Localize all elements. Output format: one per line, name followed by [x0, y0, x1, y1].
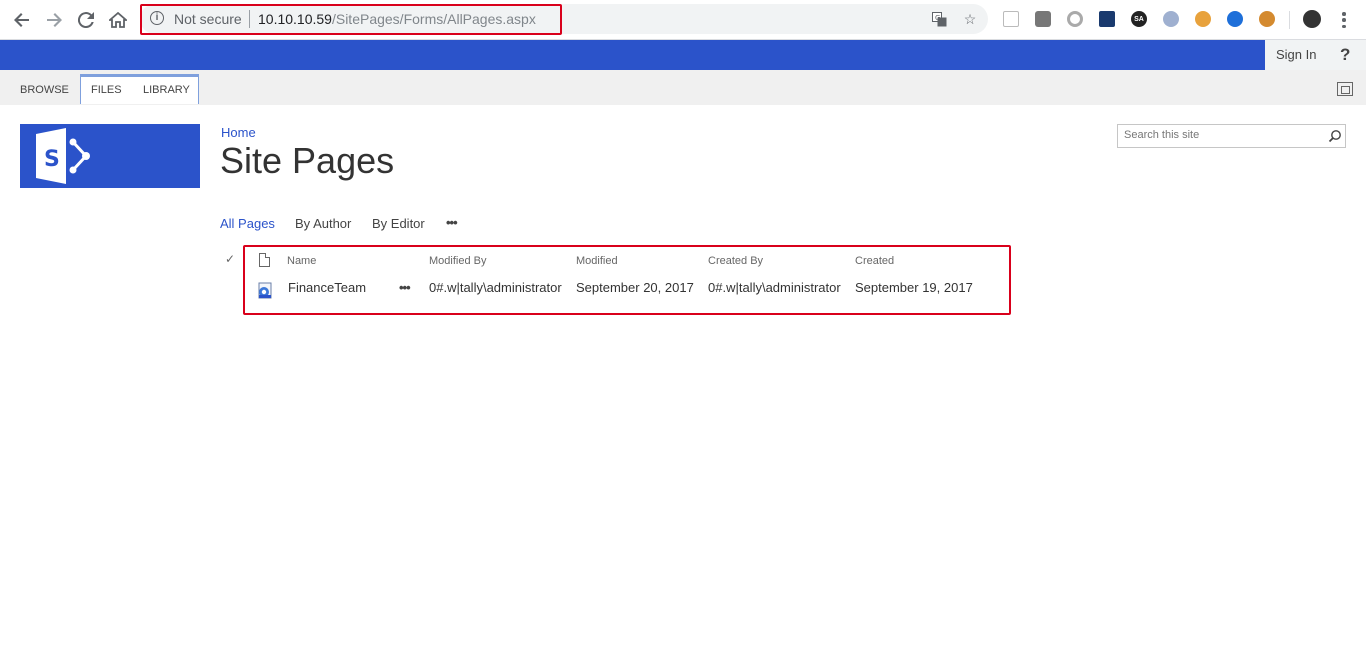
view-by-editor[interactable]: By Editor: [372, 216, 425, 231]
extension-chart-icon[interactable]: [1099, 11, 1115, 27]
url-divider: [249, 10, 250, 28]
focus-icon[interactable]: [1337, 82, 1353, 96]
document-icon: [259, 253, 270, 267]
view-by-author[interactable]: By Author: [295, 216, 351, 231]
tab-library[interactable]: LIBRARY: [143, 84, 190, 96]
info-icon[interactable]: i: [150, 11, 164, 25]
search-input[interactable]: Search this site: [1117, 124, 1346, 148]
view-all-pages[interactable]: All Pages: [220, 216, 275, 231]
url-path: /SitePages/Forms/AllPages.aspx: [331, 11, 536, 27]
not-secure-label: Not secure: [174, 11, 242, 27]
home-icon[interactable]: [106, 8, 130, 32]
forward-icon[interactable]: [42, 8, 66, 32]
column-header-modified-by[interactable]: Modified By: [429, 255, 486, 267]
column-header-created-by[interactable]: Created By: [708, 255, 763, 267]
url-text[interactable]: 10.10.10.59/SitePages/Forms/AllPages.asp…: [258, 11, 536, 27]
extension-cookie-icon[interactable]: [1195, 11, 1211, 27]
back-icon[interactable]: [10, 8, 34, 32]
row-menu-button[interactable]: •••: [399, 280, 411, 295]
breadcrumb-home[interactable]: Home: [221, 125, 256, 140]
column-header-created[interactable]: Created: [855, 255, 894, 267]
toolbar-divider: [1289, 11, 1290, 29]
checkmark-icon[interactable]: ✓: [225, 252, 235, 266]
row-created: September 19, 2017: [855, 280, 973, 295]
svg-text:S: S: [44, 147, 60, 172]
views-more-button[interactable]: •••: [446, 215, 458, 230]
sign-in-link[interactable]: Sign In: [1276, 47, 1316, 62]
page-icon: [258, 282, 272, 299]
column-header-modified[interactable]: Modified: [576, 255, 618, 267]
search-icon[interactable]: [1328, 129, 1342, 143]
tab-browse[interactable]: BROWSE: [20, 84, 69, 96]
suite-bar: [0, 40, 1366, 70]
search-placeholder: Search this site: [1124, 129, 1200, 141]
row-modified-by[interactable]: 0#.w|tally\administrator: [429, 280, 562, 295]
profile-avatar[interactable]: [1303, 10, 1321, 28]
tab-files[interactable]: FILES: [91, 84, 122, 96]
sharepoint-logo[interactable]: S: [20, 124, 200, 188]
svg-text:G: G: [935, 14, 940, 22]
extension-refresh-icon[interactable]: [1227, 11, 1243, 27]
extension-globe-icon[interactable]: [1163, 11, 1179, 27]
row-modified: September 20, 2017: [576, 280, 694, 295]
cookie-icon[interactable]: [1259, 11, 1275, 27]
reload-icon[interactable]: [74, 8, 98, 32]
extension-sa-icon[interactable]: SA: [1131, 11, 1147, 27]
extension-grid-icon[interactable]: [1003, 11, 1019, 27]
ribbon: [0, 70, 1366, 105]
url-host: 10.10.10.59: [258, 11, 332, 27]
page-title: Site Pages: [220, 140, 395, 181]
translate-icon[interactable]: G: [931, 11, 947, 27]
column-header-name[interactable]: Name: [287, 255, 316, 267]
star-icon[interactable]: ☆: [962, 11, 978, 27]
help-icon[interactable]: ?: [1340, 45, 1350, 65]
extension-ring-icon[interactable]: [1067, 11, 1083, 27]
menu-icon[interactable]: [1336, 10, 1352, 30]
camera-icon[interactable]: [1035, 11, 1051, 27]
row-created-by[interactable]: 0#.w|tally\administrator: [708, 280, 841, 295]
row-name-link[interactable]: FinanceTeam: [288, 280, 366, 295]
